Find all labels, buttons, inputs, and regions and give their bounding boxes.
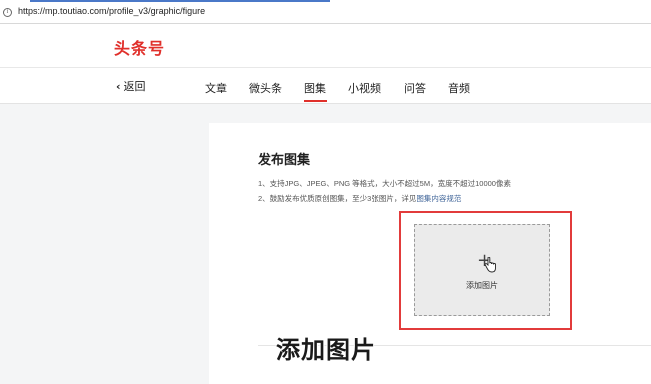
back-link[interactable]: ‹ 返回 — [116, 78, 146, 94]
tab-article[interactable]: 文章 — [205, 80, 227, 96]
highlight-box — [399, 211, 572, 330]
active-tab-underline — [304, 100, 327, 102]
tab-audio[interactable]: 音频 — [448, 80, 470, 96]
tab-gallery[interactable]: 图集 — [304, 80, 326, 96]
page-title: 发布图集 — [258, 153, 311, 168]
toutiao-logo[interactable]: 头条号 — [114, 35, 165, 59]
format-note: 1、支持JPG、JPEG、PNG 等格式，大小不超过5M，宽度不超过10000像… — [258, 179, 511, 188]
tab-short-video[interactable]: 小视频 — [348, 80, 381, 96]
note-text: 2、鼓励发布优质原创图集，至少3张图片，详见 — [258, 194, 417, 203]
browser-address-bar[interactable]: i https://mp.toutiao.com/profile_v3/grap… — [0, 0, 651, 24]
content-type-nav: ‹ 返回 文章 微头条 图集 小视频 问答 音频 — [0, 68, 651, 104]
chevron-left-icon: ‹ — [116, 80, 121, 93]
tab-micro-headline[interactable]: 微头条 — [249, 80, 282, 96]
back-label: 返回 — [123, 80, 146, 93]
original-content-note: 2、鼓励发布优质原创图集，至少3张图片，详见图集内容规范 — [258, 193, 461, 204]
url-text[interactable]: https://mp.toutiao.com/profile_v3/graphi… — [18, 6, 205, 16]
content-guidelines-link[interactable]: 图集内容规范 — [416, 194, 461, 203]
video-caption: 添加图片 — [276, 336, 376, 364]
browser-tab-indicator — [30, 0, 330, 2]
site-info-icon[interactable]: i — [3, 8, 12, 17]
tab-qa[interactable]: 问答 — [404, 80, 426, 96]
site-header: 头条号 — [0, 24, 651, 68]
